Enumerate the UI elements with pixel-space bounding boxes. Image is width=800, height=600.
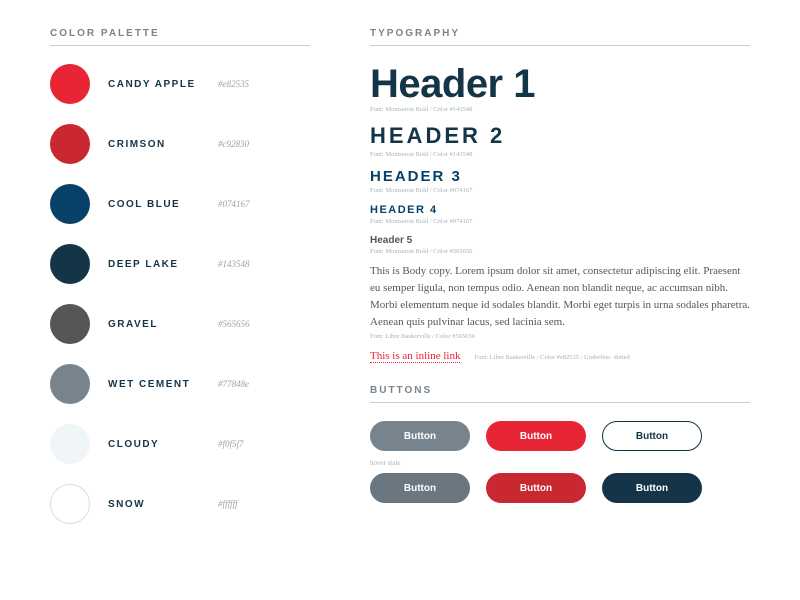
swatch-name: DEEP LAKE <box>108 259 200 270</box>
swatch-gravel: GRAVEL #565656 <box>50 304 310 344</box>
swatch-hex: #ffffff <box>218 499 238 509</box>
swatch-circle <box>50 124 90 164</box>
right-column: TYPOGRAPHY Header 1 Font: Montserrat Bol… <box>370 28 750 572</box>
swatch-hex: #e82535 <box>218 79 249 89</box>
button-red-hover[interactable]: Button <box>486 473 586 503</box>
heading-4-meta: Font: Montserrat Bold / Color #074167 <box>370 218 750 225</box>
swatch-hex: #c92830 <box>218 139 249 149</box>
swatch-name: COOL BLUE <box>108 199 200 210</box>
swatch-hex: #074167 <box>218 199 250 209</box>
inline-link-sample[interactable]: This is an inline link <box>370 350 460 363</box>
swatch-name: WET CEMENT <box>108 379 200 390</box>
color-palette-section: COLOR PALETTE CANDY APPLE #e82535 CRIMSO… <box>50 28 310 572</box>
swatch-cool-blue: COOL BLUE #074167 <box>50 184 310 224</box>
swatch-name: CANDY APPLE <box>108 79 200 90</box>
button-row-hover: Button Button Button <box>370 473 750 503</box>
buttons-section: BUTTONS Button Button Button hover state… <box>370 385 750 503</box>
swatch-wet-cement: WET CEMENT #77848e <box>50 364 310 404</box>
heading-1-meta: Font: Montserrat Bold / Color #143548 <box>370 106 750 113</box>
heading-3-meta: Font: Montserrat Bold / Color #074167 <box>370 187 750 194</box>
button-navy-hover[interactable]: Button <box>602 473 702 503</box>
swatch-hex: #143548 <box>218 259 250 269</box>
swatch-name: SNOW <box>108 499 200 510</box>
swatch-snow: SNOW #ffffff <box>50 484 310 524</box>
button-red[interactable]: Button <box>486 421 586 451</box>
swatch-circle <box>50 484 90 524</box>
swatch-hex: #f0f5f7 <box>218 439 244 449</box>
swatch-circle <box>50 424 90 464</box>
heading-4-sample: HEADER 4 <box>370 204 750 216</box>
heading-1-sample: Header 1 <box>370 64 750 104</box>
swatch-name: GRAVEL <box>108 319 200 330</box>
button-gray[interactable]: Button <box>370 421 470 451</box>
swatch-candy-apple: CANDY APPLE #e82535 <box>50 64 310 104</box>
inline-link-meta: Font: Libre Baskerville / Color #e82535 … <box>474 354 629 361</box>
swatch-hex: #565656 <box>218 319 250 329</box>
swatch-cloudy: CLOUDY #f0f5f7 <box>50 424 310 464</box>
heading-2-meta: Font: Montserrat Bold / Color #143548 <box>370 151 750 158</box>
swatch-name: CLOUDY <box>108 439 200 450</box>
swatch-circle <box>50 64 90 104</box>
heading-5-meta: Font: Montserrat Bold / Color #565656 <box>370 248 750 255</box>
swatch-circle <box>50 304 90 344</box>
swatch-name: CRIMSON <box>108 139 200 150</box>
body-copy-meta: Font: Libre Baskerville / Color #565656 <box>370 333 750 340</box>
button-row-default: Button Button Button <box>370 421 750 451</box>
swatch-circle <box>50 364 90 404</box>
swatch-circle <box>50 244 90 284</box>
swatch-hex: #77848e <box>218 379 249 389</box>
heading-5-sample: Header 5 <box>370 235 750 246</box>
section-title-buttons: BUTTONS <box>370 385 750 403</box>
button-outline[interactable]: Button <box>602 421 702 451</box>
swatch-crimson: CRIMSON #c92830 <box>50 124 310 164</box>
swatch-deep-lake: DEEP LAKE #143548 <box>50 244 310 284</box>
swatch-circle <box>50 184 90 224</box>
section-title-palette: COLOR PALETTE <box>50 28 310 46</box>
body-copy-sample: This is Body copy. Lorem ipsum dolor sit… <box>370 263 750 331</box>
heading-2-sample: HEADER 2 <box>370 123 750 149</box>
section-title-typography: TYPOGRAPHY <box>370 28 750 46</box>
heading-3-sample: HEADER 3 <box>370 168 750 185</box>
button-gray-hover[interactable]: Button <box>370 473 470 503</box>
hover-state-label: hover state <box>370 459 750 467</box>
